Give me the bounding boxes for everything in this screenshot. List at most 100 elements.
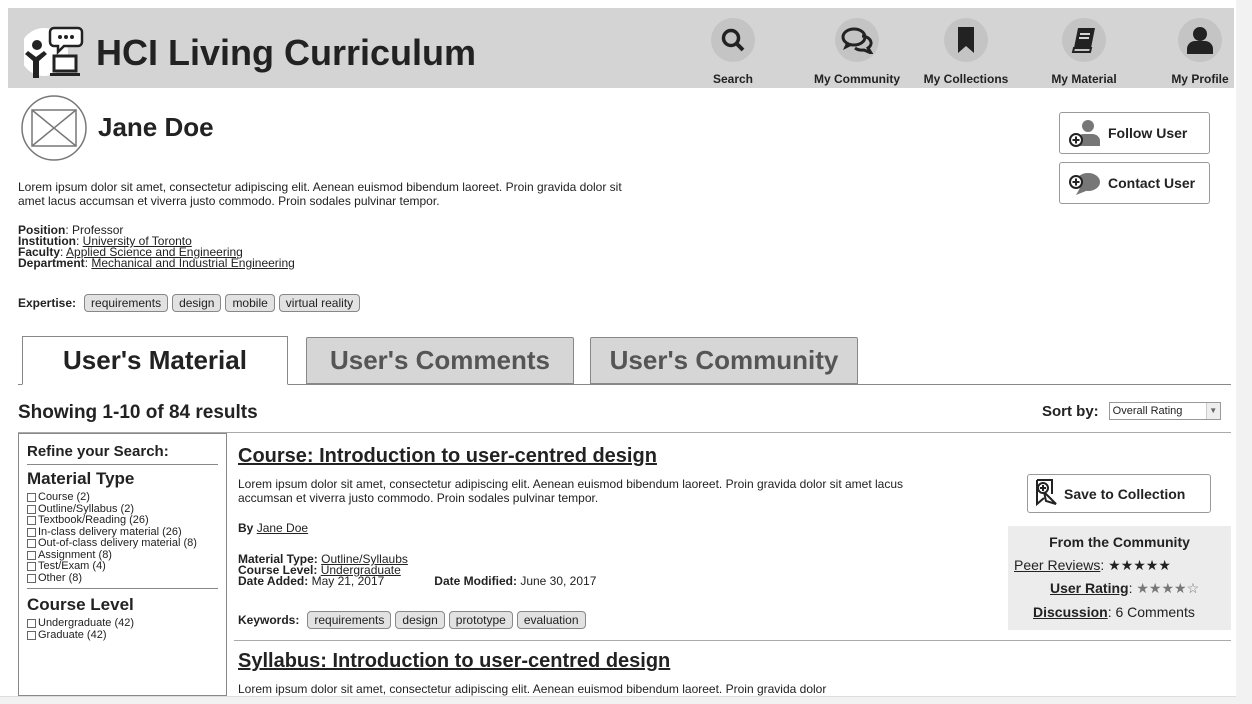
- community-panel: From the Community Peer Reviews: ★★★★★ U…: [1008, 526, 1231, 630]
- refine-panel: Refine your Search: Material Type Course…: [18, 433, 227, 696]
- filter-label: Out-of-class delivery material (8): [38, 537, 197, 549]
- course-level-heading: Course Level: [27, 595, 134, 614]
- filter-item[interactable]: Undergraduate (42): [27, 617, 218, 630]
- expertise-tag[interactable]: design: [172, 294, 222, 312]
- search-icon: [721, 28, 745, 52]
- peer-reviews-row: Peer Reviews: ★★★★★: [1014, 557, 1171, 573]
- result-title-link[interactable]: Course: Introduction to user-centred des…: [238, 445, 657, 468]
- filter-label: Graduate (42): [38, 628, 107, 641]
- nav-my-material[interactable]: My Material: [1026, 16, 1142, 86]
- checkbox[interactable]: [27, 539, 36, 549]
- vertical-scrollbar[interactable]: [1236, 0, 1252, 704]
- result-count: Showing 1-10 of 84 results: [18, 402, 258, 423]
- add-bookmark-icon: [1034, 478, 1058, 509]
- sort-label: Sort by:: [1042, 402, 1099, 420]
- community-title: From the Community: [1049, 534, 1190, 550]
- checkbox[interactable]: [27, 516, 36, 526]
- checkbox[interactable]: [27, 619, 36, 629]
- user-rating-row: User Rating: ★★★★☆: [1050, 580, 1200, 596]
- result-author: By Jane Doe: [238, 521, 308, 535]
- date-added-label: Date Added:: [238, 574, 309, 588]
- expertise-label: Expertise:: [18, 296, 77, 310]
- peer-reviews-link[interactable]: Peer Reviews: [1014, 557, 1100, 573]
- user-details: Position: Professor Institution: Univers…: [18, 223, 295, 270]
- checkbox[interactable]: [27, 493, 36, 503]
- nav-label: My Material: [1051, 72, 1117, 86]
- result-title-link[interactable]: Syllabus: Introduction to user-centred d…: [238, 650, 670, 673]
- result-description: Lorem ipsum dolor sit amet, consectetur …: [238, 682, 827, 696]
- user-rating-link[interactable]: User Rating: [1050, 580, 1129, 596]
- contact-user-label: Contact User: [1108, 175, 1196, 191]
- material-type-heading: Material Type: [27, 469, 135, 488]
- filter-label: Test/Exam (4): [38, 560, 106, 572]
- checkbox[interactable]: [27, 550, 36, 560]
- expertise-row: Expertise: requirements design mobile vi…: [18, 294, 364, 312]
- date-added-value: May 21, 2017: [311, 574, 385, 588]
- save-to-collection-button[interactable]: Save to Collection: [1027, 474, 1211, 513]
- filter-item[interactable]: Other (8): [27, 572, 218, 585]
- avatar: [20, 94, 88, 162]
- author-link[interactable]: Jane Doe: [257, 521, 308, 535]
- chevron-down-icon[interactable]: ▼: [1205, 403, 1220, 419]
- result-description: Lorem ipsum dolor sit amet, consectetur …: [238, 477, 904, 505]
- discussion-link[interactable]: Discussion: [1033, 604, 1108, 620]
- expertise-tag[interactable]: requirements: [84, 294, 169, 312]
- checkbox[interactable]: [27, 527, 36, 537]
- filter-item[interactable]: Graduate (42): [27, 628, 218, 642]
- bookmark-icon: [958, 27, 974, 53]
- divider: [27, 588, 218, 589]
- filter-label: Textbook/Reading (26): [38, 514, 149, 526]
- tab-users-material[interactable]: User's Material: [22, 336, 288, 385]
- filter-item[interactable]: Test/Exam (4): [27, 560, 218, 573]
- filter-label: Undergraduate (42): [38, 617, 135, 629]
- nav-search[interactable]: Search: [675, 16, 791, 86]
- filter-item[interactable]: Out-of-class delivery material (8): [27, 537, 218, 550]
- nav-label: My Collections: [923, 72, 1009, 86]
- checkbox[interactable]: [27, 562, 36, 572]
- add-message-icon: [1068, 168, 1102, 198]
- sort-select[interactable]: Overall Rating ▼: [1108, 402, 1221, 420]
- checkbox[interactable]: [27, 504, 36, 514]
- peer-reviews-stars: ★★★★★: [1108, 557, 1171, 573]
- result-details: Material Type: Outline/Syllaubs Course L…: [238, 553, 597, 588]
- material-type-filters: Course (2) Outline/Syllabus (2) Textbook…: [27, 491, 218, 585]
- filter-item[interactable]: Textbook/Reading (26): [27, 514, 218, 527]
- nav-my-collections[interactable]: My Collections: [908, 16, 1024, 86]
- checkbox[interactable]: [27, 630, 36, 640]
- contact-user-button[interactable]: Contact User: [1059, 162, 1210, 204]
- by-label: By: [238, 521, 254, 535]
- sort-control: Sort by: Overall Rating ▼: [1042, 402, 1221, 420]
- follow-user-label: Follow User: [1108, 125, 1188, 141]
- app-title: HCI Living Curriculum: [96, 32, 477, 73]
- department-label: Department: [18, 256, 85, 270]
- keyword-tag[interactable]: evaluation: [516, 611, 586, 629]
- expertise-tag[interactable]: virtual reality: [278, 294, 361, 312]
- user-bio: Lorem ipsum dolor sit amet, consectetur …: [18, 180, 622, 208]
- divider: [234, 640, 1231, 641]
- tab-users-community[interactable]: User's Community: [590, 337, 858, 384]
- filter-item[interactable]: Course (2): [27, 491, 218, 504]
- refine-title: Refine your Search:: [27, 443, 218, 465]
- add-person-icon: [1068, 118, 1102, 148]
- logo-icon: [20, 24, 88, 80]
- person-icon: [1187, 27, 1213, 54]
- date-modified-value: June 30, 2017: [520, 574, 597, 588]
- book-icon: [1071, 28, 1095, 53]
- nav-label: My Community: [813, 72, 900, 86]
- keyword-tag[interactable]: prototype: [448, 611, 513, 629]
- keyword-tag[interactable]: design: [395, 611, 445, 629]
- user-rating-stars: ★★★★☆: [1136, 580, 1200, 596]
- discussion-value: 6 Comments: [1115, 604, 1195, 620]
- tab-users-comments[interactable]: User's Comments: [306, 337, 574, 384]
- discussion-row: Discussion: 6 Comments: [1033, 604, 1195, 620]
- filter-label: Course (2): [38, 491, 90, 503]
- checkbox[interactable]: [27, 573, 36, 583]
- expertise-tag[interactable]: mobile: [225, 294, 275, 312]
- keyword-tag[interactable]: requirements: [307, 611, 392, 629]
- follow-user-button[interactable]: Follow User: [1059, 112, 1210, 154]
- nav-my-community[interactable]: My Community: [799, 16, 915, 86]
- department-link[interactable]: Mechanical and Industrial Engineering: [91, 256, 294, 270]
- horizontal-scrollbar[interactable]: [0, 696, 1236, 704]
- chat-bubbles-icon: [841, 27, 874, 54]
- app-header: HCI Living Curriculum Search My Communit…: [8, 8, 1234, 88]
